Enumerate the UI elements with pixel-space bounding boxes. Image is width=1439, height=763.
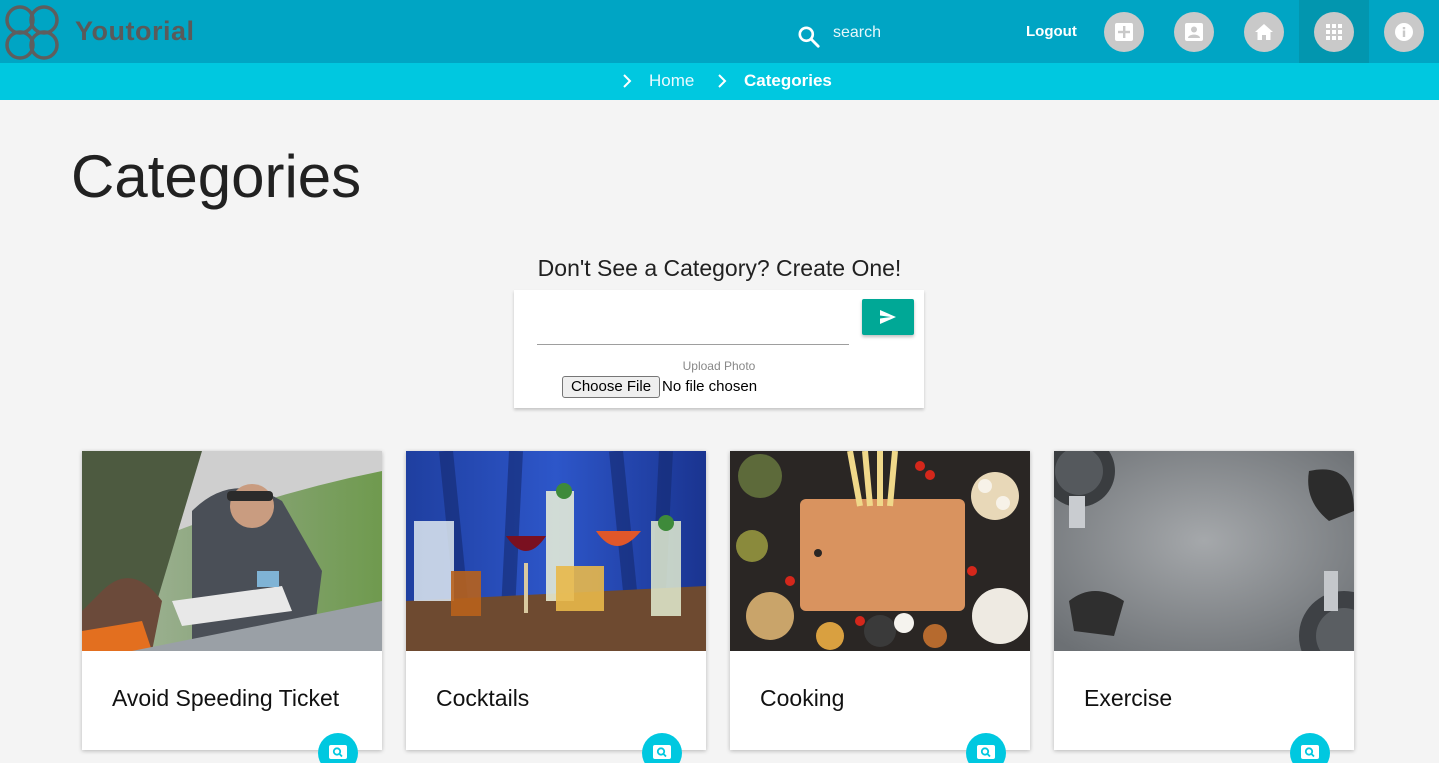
view-category-button[interactable] (318, 733, 358, 763)
breadcrumb-home[interactable]: Home (649, 71, 694, 91)
top-navbar: Youtorial Logout (0, 0, 1439, 63)
add-box-icon (1115, 22, 1133, 41)
nav-profile-button[interactable] (1159, 0, 1229, 63)
submit-category-button[interactable] (862, 299, 914, 335)
category-title[interactable]: Cooking (760, 685, 844, 712)
chevron-right-icon (623, 74, 632, 88)
search-icon[interactable] (796, 24, 822, 50)
category-card[interactable]: Exercise (1054, 451, 1354, 763)
logo-icon[interactable] (2, 4, 64, 62)
image-search-icon (653, 745, 671, 759)
view-category-button[interactable] (642, 733, 682, 763)
nav-create-button[interactable] (1089, 0, 1159, 63)
search-input[interactable] (833, 20, 983, 46)
category-image-cocktails[interactable] (406, 451, 706, 651)
image-search-icon (1301, 745, 1319, 759)
page-title: Categories (71, 143, 362, 210)
category-title[interactable]: Cocktails (436, 685, 529, 712)
nav-home-button[interactable] (1229, 0, 1299, 63)
breadcrumb: Home Categories (0, 63, 1439, 100)
account-box-icon (1185, 22, 1203, 41)
image-search-icon (977, 745, 995, 759)
category-image-speeding-ticket[interactable] (82, 451, 382, 651)
brand-name[interactable]: Youtorial (75, 16, 195, 47)
category-image-cooking[interactable] (730, 451, 1030, 651)
logout-link[interactable]: Logout (1026, 23, 1077, 40)
category-image-exercise[interactable] (1054, 451, 1354, 651)
create-category-form: Upload Photo Choose File No file chosen (514, 290, 924, 408)
apps-grid-icon (1326, 23, 1342, 40)
image-search-icon (329, 745, 347, 759)
view-category-button[interactable] (966, 733, 1006, 763)
file-status-text: No file chosen (662, 378, 758, 395)
category-name-input[interactable] (537, 310, 849, 345)
category-card[interactable]: Cooking (730, 451, 1030, 763)
category-card[interactable]: Avoid Speeding Ticket (82, 451, 382, 763)
view-category-button[interactable] (1290, 733, 1330, 763)
info-icon (1395, 22, 1413, 41)
home-icon (1255, 23, 1273, 40)
category-card[interactable]: Cocktails (406, 451, 706, 763)
chevron-right-icon (718, 74, 727, 88)
nav-info-button[interactable] (1369, 0, 1439, 63)
upload-photo-label: Upload Photo (682, 359, 756, 373)
breadcrumb-categories[interactable]: Categories (744, 71, 832, 91)
search-box (796, 18, 996, 48)
category-title[interactable]: Avoid Speeding Ticket (112, 685, 339, 712)
category-title[interactable]: Exercise (1084, 685, 1172, 712)
choose-file-button[interactable]: Choose File (562, 376, 661, 398)
create-category-heading: Don't See a Category? Create One! (537, 255, 902, 281)
send-icon (880, 310, 896, 324)
nav-categories-button[interactable] (1299, 0, 1369, 63)
